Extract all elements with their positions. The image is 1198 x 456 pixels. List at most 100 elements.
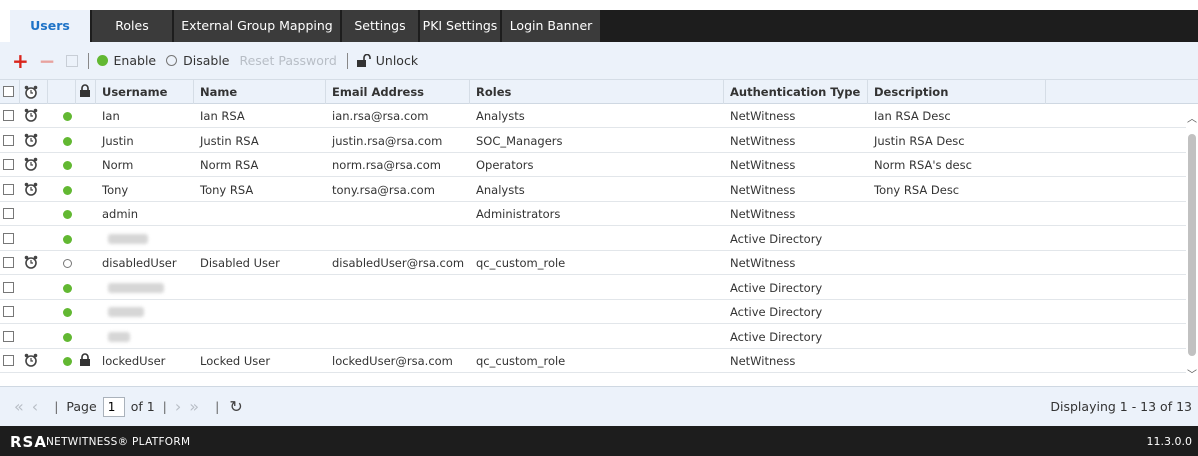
- grid-header: Username Name Email Address Roles Authen…: [0, 80, 1198, 104]
- redacted-username: [108, 233, 148, 244]
- description-cell: [868, 202, 1046, 226]
- scroll-thumb[interactable]: [1188, 134, 1196, 356]
- disable-button[interactable]: Disable: [166, 53, 229, 68]
- tab-pki-settings[interactable]: PKI Settings: [420, 10, 502, 42]
- table-row[interactable]: Norm Norm RSA norm.rsa@rsa.com Operators Net…: [0, 153, 1186, 177]
- enabled-status-icon: [63, 112, 72, 121]
- description-cell: Tony RSA Desc: [874, 182, 960, 197]
- username-cell: Norm: [102, 158, 134, 172]
- table-row[interactable]: Ian Ian RSA ian.rsa@rsa.com Analysts NetWitn…: [0, 104, 1186, 128]
- roles-column-header[interactable]: Roles: [470, 80, 724, 104]
- scroll-up-icon[interactable]: ︿: [1187, 110, 1197, 125]
- refresh-icon[interactable]: ↻: [229, 397, 242, 416]
- auth-type-cell: NetWitness: [730, 354, 796, 368]
- page-count: of 1: [130, 399, 155, 414]
- enable-button[interactable]: Enable: [96, 53, 157, 68]
- roles-cell: Operators: [476, 158, 534, 172]
- email-cell: [326, 300, 470, 324]
- username-cell: lockedUser: [102, 354, 166, 368]
- alarm-column-header[interactable]: [20, 80, 48, 104]
- vertical-scrollbar[interactable]: ︿ ﹀: [1186, 104, 1198, 386]
- pager: « ‹ | Page of 1 | › » | ↻ Displaying 1 -…: [0, 386, 1198, 426]
- auth-type-cell: Active Directory: [730, 305, 823, 319]
- page-number-input[interactable]: [102, 396, 125, 417]
- email-column-header[interactable]: Email Address: [326, 80, 470, 104]
- auth-type-cell: NetWitness: [730, 256, 796, 270]
- row-checkbox[interactable]: [3, 183, 14, 195]
- roles-cell: qc_custom_role: [476, 256, 566, 270]
- table-row[interactable]: Tony Tony RSA tony.rsa@rsa.com Analysts NetW…: [0, 178, 1186, 202]
- row-checkbox[interactable]: [3, 281, 14, 293]
- table-row[interactable]: disabledUser Disabled User disabledUser@rs…: [0, 251, 1186, 275]
- name-cell: Locked User: [200, 354, 271, 368]
- pager-divider: |: [162, 399, 167, 414]
- table-row[interactable]: lockedUser Locked User lockedUser@rsa.com q…: [0, 349, 1186, 373]
- rsa-logo: RSA: [10, 433, 47, 451]
- row-checkbox[interactable]: [3, 232, 14, 244]
- description-cell: Justin RSA Desc: [874, 133, 965, 148]
- table-row[interactable]: Active Directory: [0, 300, 1186, 324]
- alarm-clock-icon: [24, 157, 38, 171]
- first-page-icon[interactable]: «: [14, 397, 24, 416]
- tab-external-group-mapping[interactable]: External Group Mapping: [174, 10, 342, 42]
- previous-page-icon[interactable]: ‹: [32, 397, 38, 416]
- tab-roles[interactable]: Roles: [92, 10, 174, 42]
- row-checkbox[interactable]: [3, 355, 14, 366]
- username-cell: Tony: [102, 182, 129, 197]
- auth-type-cell: NetWitness: [730, 182, 796, 197]
- table-row[interactable]: Active Directory: [0, 227, 1186, 251]
- roles-cell: Administrators: [476, 207, 561, 221]
- delete-user-button[interactable]: −: [39, 51, 56, 71]
- disabled-icon: [166, 55, 178, 66]
- auth-type-column-header[interactable]: Authentication Type: [724, 80, 868, 104]
- description-cell: [868, 300, 1046, 324]
- row-checkbox[interactable]: [3, 306, 14, 317]
- row-checkbox[interactable]: [3, 134, 14, 146]
- row-checkbox[interactable]: [3, 330, 14, 342]
- product-name: NETWITNESS® PLATFORM: [46, 436, 191, 448]
- username-column-header[interactable]: Username: [96, 80, 194, 104]
- row-checkbox[interactable]: [3, 257, 14, 268]
- enable-label: Enable: [113, 53, 157, 68]
- scroll-down-icon[interactable]: ﹀: [1187, 366, 1197, 381]
- alarm-clock-icon: [24, 85, 38, 99]
- auth-type-cell: NetWitness: [730, 207, 796, 221]
- status-column-header[interactable]: [48, 80, 76, 104]
- table-row[interactable]: admin Administrators NetWitness: [0, 202, 1186, 226]
- disable-label: Disable: [183, 53, 230, 68]
- row-checkbox[interactable]: [3, 208, 14, 219]
- email-cell: justin.rsa@rsa.com: [332, 133, 443, 148]
- next-page-icon[interactable]: ›: [175, 397, 181, 416]
- roles-cell: Analysts: [476, 182, 525, 197]
- row-checkbox[interactable]: [3, 159, 14, 170]
- tab-users[interactable]: Users: [10, 10, 92, 42]
- reset-password-button[interactable]: Reset Password: [239, 53, 336, 68]
- edit-user-button[interactable]: [65, 54, 78, 67]
- enabled-status-icon: [63, 308, 72, 317]
- pager-divider: |: [54, 399, 59, 414]
- table-row[interactable]: Justin Justin RSA justin.rsa@rsa.com SOC_Ma…: [0, 129, 1186, 153]
- roles-cell: [470, 276, 724, 300]
- name-column-header[interactable]: Name: [194, 80, 326, 104]
- tab-settings[interactable]: Settings: [342, 10, 420, 42]
- tab-strip-margin: [0, 10, 10, 42]
- add-user-button[interactable]: +: [12, 51, 29, 71]
- select-all-cell: [0, 80, 20, 104]
- unlock-button[interactable]: Unlock: [356, 53, 418, 68]
- toolbar-divider: [87, 52, 89, 69]
- enabled-status-icon: [63, 161, 72, 170]
- roles-cell: [470, 300, 724, 324]
- name-cell: Justin RSA: [200, 133, 259, 148]
- row-checkbox[interactable]: [3, 110, 14, 121]
- select-all-checkbox[interactable]: [3, 86, 14, 97]
- name-cell: [194, 325, 326, 349]
- description-column-header[interactable]: Description: [868, 80, 1046, 104]
- table-row[interactable]: Active Directory: [0, 325, 1186, 349]
- auth-type-cell: NetWitness: [730, 109, 796, 123]
- roles-cell: Analysts: [476, 109, 525, 123]
- lock-column-header[interactable]: [76, 80, 96, 104]
- enabled-status-icon: [63, 234, 72, 244]
- last-page-icon[interactable]: »: [189, 397, 199, 416]
- tab-login-banner[interactable]: Login Banner: [502, 10, 602, 42]
- table-row[interactable]: Active Directory: [0, 276, 1186, 300]
